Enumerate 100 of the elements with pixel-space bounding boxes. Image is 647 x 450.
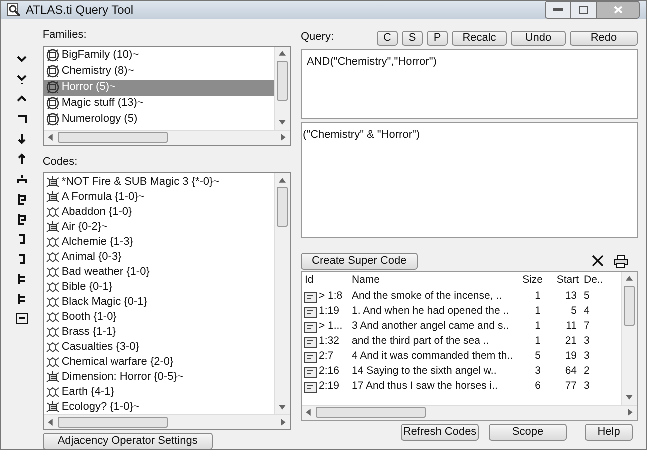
- scroll-thumb[interactable]: [277, 60, 288, 100]
- table-cell[interactable]: > 1:8: [302, 289, 347, 305]
- code-item[interactable]: A Formula {1-0}~: [44, 190, 274, 205]
- code-icon: [46, 236, 60, 249]
- column-header[interactable]: Id: [302, 272, 347, 288]
- scroll-right-icon[interactable]: [627, 409, 634, 416]
- scroll-thumb[interactable]: [277, 187, 288, 227]
- code-item[interactable]: Bible {0-1}: [44, 280, 274, 295]
- column-header[interactable]: Start: [543, 272, 579, 288]
- column-header[interactable]: Size: [515, 272, 543, 288]
- code-item[interactable]: Alchemie {1-3}: [44, 235, 274, 250]
- code-item[interactable]: Earth {4-1}: [44, 385, 274, 400]
- scroll-down-icon[interactable]: [626, 394, 633, 401]
- screen-icon[interactable]: [16, 313, 28, 324]
- quotation-icon: [304, 352, 317, 362]
- scroll-right-icon[interactable]: [280, 418, 287, 426]
- scroll-thumb[interactable]: [58, 416, 168, 428]
- column-header[interactable]: Name: [347, 272, 515, 288]
- family-icon: [46, 97, 60, 110]
- scroll-thumb[interactable]: [624, 286, 635, 326]
- scroll-up-icon[interactable]: [626, 275, 633, 282]
- table-cell[interactable]: 2:7: [302, 349, 347, 365]
- scroll-left-icon[interactable]: [46, 418, 54, 426]
- scroll-down-icon[interactable]: [279, 119, 286, 126]
- super-code-icon: [46, 401, 60, 414]
- query-button[interactable]: Redo: [570, 30, 638, 46]
- ladder-icon[interactable]: [16, 273, 28, 285]
- code-item[interactable]: Bad weather {1-0}: [44, 265, 274, 280]
- table-cell-text: 1: [534, 304, 542, 320]
- dialog-button[interactable]: Scope: [489, 424, 567, 440]
- family-item[interactable]: BigFamily (10)~: [44, 48, 274, 64]
- family-item[interactable]: Chemistry (8)~: [44, 64, 274, 80]
- scrollbar[interactable]: [274, 173, 290, 414]
- query-field[interactable]: AND("Chemistry","Horror"): [301, 48, 638, 118]
- table-cell-text: 4: [583, 304, 591, 320]
- delete-icon[interactable]: [592, 255, 604, 267]
- scroll-down-icon[interactable]: [279, 404, 286, 410]
- chevron-down-icon[interactable]: [16, 73, 28, 85]
- code-item[interactable]: Black Magic {0-1}: [44, 295, 274, 310]
- table-cell[interactable]: 1:32: [302, 334, 347, 350]
- scroll-left-icon[interactable]: [46, 134, 54, 141]
- arrow-down-icon[interactable]: [16, 133, 28, 145]
- bracket-icon[interactable]: [16, 213, 28, 225]
- create-super-code-button[interactable]: Create Super Code: [301, 252, 418, 270]
- code-item[interactable]: Abaddon {1-0}: [44, 205, 274, 220]
- code-item[interactable]: Ecology? {1-0}~: [44, 400, 274, 414]
- quotation-icon: [304, 366, 317, 378]
- code-item[interactable]: *NOT Fire & SUB Magic 3 {*-0}~: [44, 175, 274, 190]
- scroll-right-icon[interactable]: [280, 134, 287, 141]
- query-button[interactable]: Undo: [511, 30, 566, 46]
- column-header[interactable]: De..: [579, 272, 609, 288]
- table-cell[interactable]: 1:19: [302, 304, 347, 320]
- table-cell-text: 64: [564, 364, 578, 380]
- scrollbar[interactable]: [621, 272, 637, 404]
- family-icon: [46, 65, 60, 78]
- family-item[interactable]: Magic stuff (13)~: [44, 96, 274, 112]
- code-item[interactable]: Booth {1-0}: [44, 310, 274, 325]
- dialog-button[interactable]: Refresh Codes: [401, 424, 479, 440]
- adjacency-settings-button[interactable]: Adjacency Operator Settings: [42, 433, 213, 449]
- scrollbar[interactable]: [44, 414, 290, 429]
- code-icon: [46, 356, 60, 369]
- scroll-up-icon[interactable]: [279, 50, 286, 57]
- scroll-up-icon[interactable]: [279, 176, 286, 184]
- code-item[interactable]: Animal {0-3}: [44, 250, 274, 265]
- minimize-button[interactable]: [545, 1, 571, 19]
- scrollbar[interactable]: [274, 46, 290, 130]
- table-cell-text: 3: [583, 379, 591, 394]
- maximize-button[interactable]: [571, 1, 596, 19]
- table-cell-text: 1: [534, 319, 542, 334]
- family-item[interactable]: Numerology (5): [44, 112, 274, 128]
- scroll-thumb[interactable]: [316, 407, 426, 418]
- code-item[interactable]: Brass {1-1}: [44, 325, 274, 340]
- query-button[interactable]: P: [427, 30, 448, 46]
- scroll-thumb[interactable]: [58, 132, 168, 143]
- corner-icon[interactable]: [16, 113, 28, 125]
- table-cell[interactable]: 2:16: [302, 364, 347, 380]
- bracket-icon[interactable]: [16, 193, 28, 205]
- query-button[interactable]: C: [377, 30, 398, 46]
- table-cell-text: 11: [565, 319, 578, 334]
- family-icon: [46, 113, 60, 126]
- scroll-left-icon[interactable]: [305, 409, 312, 416]
- table-cell[interactable]: 2:19: [302, 379, 347, 395]
- ladder-icon[interactable]: [16, 293, 28, 305]
- printer-icon[interactable]: [614, 254, 628, 268]
- query-button[interactable]: S: [402, 30, 423, 46]
- code-item[interactable]: Casualties {3-0}: [44, 340, 274, 355]
- table-cell-text: 1: [534, 289, 542, 304]
- scrollbar[interactable]: [44, 130, 290, 144]
- arrow-up-icon[interactable]: [16, 153, 28, 165]
- dialog-button[interactable]: Help: [585, 424, 633, 440]
- table-cell[interactable]: > 1...: [302, 319, 347, 335]
- code-item[interactable]: Chemical warfare {2-0}: [44, 355, 274, 370]
- code-item[interactable]: Air {0-2}~: [44, 220, 274, 235]
- hierarchy-icon[interactable]: [16, 173, 28, 185]
- scrollbar[interactable]: [302, 404, 637, 420]
- table-cell-text: 19: [564, 349, 578, 364]
- code-item[interactable]: Dimension: Horror {0-5}~: [44, 370, 274, 385]
- close-button[interactable]: [596, 1, 640, 19]
- query-button[interactable]: Recalc: [452, 30, 507, 46]
- table-cell-text: 6: [534, 379, 542, 394]
